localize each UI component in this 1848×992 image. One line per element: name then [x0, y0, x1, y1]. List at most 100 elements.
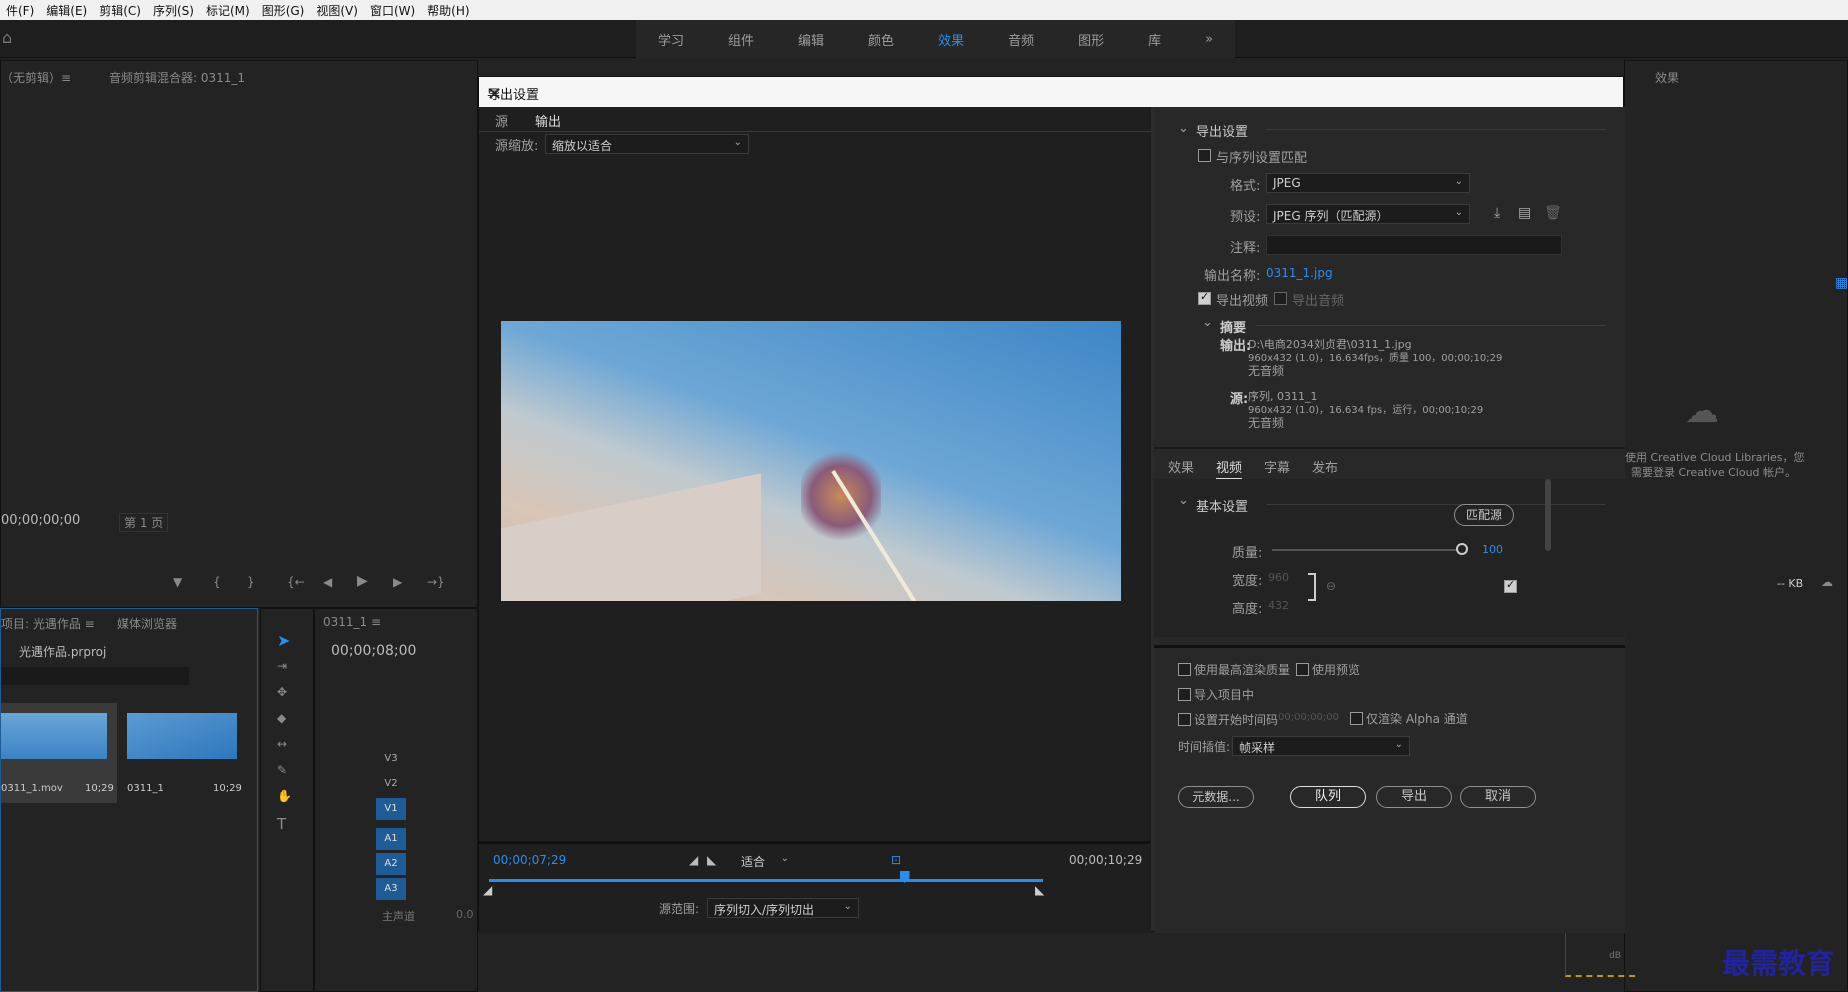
track-a1[interactable]: A1: [316, 828, 476, 852]
out-point-handle-icon[interactable]: ◣: [1035, 883, 1044, 897]
fit-dropdown[interactable]: 适合 ⌄: [735, 851, 795, 871]
output-name-link[interactable]: 0311_1.jpg: [1266, 266, 1333, 280]
ripple-edit-icon[interactable]: ✥: [277, 685, 287, 699]
match-sequence-checkbox[interactable]: [1198, 149, 1211, 162]
menu-sequence[interactable]: 序列(S): [147, 2, 200, 19]
export-video-checkbox[interactable]: [1198, 290, 1211, 305]
save-preset-icon[interactable]: ⤓: [1494, 205, 1500, 221]
chevron-down-icon[interactable]: ⌄: [1178, 493, 1189, 508]
menu-window[interactable]: 窗口(W): [364, 2, 421, 19]
menu-file[interactable]: 件(F): [0, 2, 40, 19]
quality-slider-thumb[interactable]: [1456, 543, 1468, 555]
menu-view[interactable]: 视图(V): [310, 2, 364, 19]
tab-publish[interactable]: 发布: [1312, 457, 1338, 476]
trash-icon[interactable]: 🗑: [1544, 205, 1562, 221]
razor-icon[interactable]: ◆: [277, 711, 286, 725]
home-icon[interactable]: ⌂: [2, 28, 12, 47]
mark-out-icon[interactable]: }: [247, 575, 255, 589]
link-icon[interactable]: ⊖: [1326, 579, 1336, 593]
menu-graphics[interactable]: 图形(G): [256, 2, 311, 19]
set-out-point-icon[interactable]: ◣: [707, 853, 716, 867]
match-width-height-checkbox[interactable]: [1504, 578, 1517, 593]
step-forward-icon[interactable]: ▶: [393, 575, 402, 589]
chevron-down-icon[interactable]: ⌄: [1178, 121, 1189, 136]
time-interpolation-dropdown[interactable]: 帧采样 ⌄: [1232, 736, 1410, 756]
export-button[interactable]: 导出: [1376, 786, 1452, 808]
workspace-learn[interactable]: 学习: [636, 30, 706, 49]
metadata-button[interactable]: 元数据...: [1178, 786, 1254, 808]
track-select-icon[interactable]: ⇥: [277, 659, 287, 673]
close-icon[interactable]: ✕: [487, 84, 1613, 105]
hand-icon[interactable]: ✋: [277, 789, 292, 803]
tab-video[interactable]: 视频: [1216, 457, 1243, 480]
mark-in-icon[interactable]: {: [213, 575, 221, 589]
aspect-correction-icon[interactable]: ⊡: [891, 853, 901, 867]
step-back-icon[interactable]: ◀: [323, 575, 332, 589]
effects-tab[interactable]: 效果: [1655, 69, 1679, 86]
timeline-scrub-bar[interactable]: [489, 879, 1043, 882]
comment-input[interactable]: [1266, 235, 1562, 255]
media-browser-tab[interactable]: 媒体浏览器: [117, 615, 177, 632]
quality-slider-track[interactable]: [1272, 549, 1462, 551]
workspace-graphics[interactable]: 图形: [1056, 30, 1126, 49]
selection-tool-icon[interactable]: ➤: [277, 631, 290, 650]
track-v2[interactable]: V2: [316, 773, 476, 797]
menu-edit[interactable]: 编辑(E): [40, 2, 93, 19]
cancel-button[interactable]: 取消: [1460, 786, 1536, 808]
workspace-audio[interactable]: 音频: [986, 30, 1056, 49]
tab-output[interactable]: 输出: [535, 111, 562, 132]
project-search-input[interactable]: [1, 667, 189, 685]
set-start-timecode-checkbox[interactable]: [1178, 713, 1191, 726]
project-tab[interactable]: 项目: 光遇作品 ≡: [1, 615, 95, 632]
source-scale-dropdown[interactable]: 缩放以适合 ⌄: [545, 134, 749, 154]
track-v3[interactable]: V3: [316, 748, 476, 772]
mixer-tab[interactable]: 音频剪辑混合器: 0311_1: [109, 69, 245, 86]
settings-scrollbar[interactable]: [1545, 479, 1551, 551]
sequence-timecode[interactable]: 00;00;08;00: [331, 643, 416, 659]
max-render-quality-checkbox[interactable]: [1178, 663, 1191, 676]
slip-icon[interactable]: ↔: [277, 737, 287, 751]
go-in-icon[interactable]: {←: [287, 575, 305, 589]
workspace-assembly[interactable]: 组件: [706, 30, 776, 49]
more-workspaces-icon[interactable]: »: [1183, 32, 1235, 47]
chevron-down-icon[interactable]: ⌄: [1202, 315, 1213, 330]
grid-view-icon[interactable]: ▦: [1835, 275, 1848, 291]
queue-button[interactable]: 队列: [1290, 786, 1366, 808]
track-a2[interactable]: A2: [316, 853, 476, 877]
workspace-color[interactable]: 颜色: [846, 30, 916, 49]
width-value[interactable]: 960: [1268, 571, 1289, 584]
tab-captions[interactable]: 字幕: [1264, 457, 1290, 476]
use-previews-checkbox[interactable]: [1296, 663, 1309, 676]
tab-source[interactable]: 源: [495, 111, 508, 130]
go-out-icon[interactable]: →}: [427, 575, 445, 589]
sequence-tab[interactable]: 0311_1 ≡: [323, 615, 381, 629]
workspace-libraries[interactable]: 库: [1126, 30, 1183, 49]
format-dropdown[interactable]: JPEG ⌄: [1266, 173, 1470, 193]
tab-effects[interactable]: 效果: [1168, 457, 1194, 476]
import-into-project-checkbox[interactable]: [1178, 688, 1191, 701]
height-value[interactable]: 432: [1268, 599, 1289, 612]
set-in-point-icon[interactable]: ◢: [689, 853, 698, 867]
menu-clip[interactable]: 剪辑(C): [93, 2, 147, 19]
track-v1[interactable]: V1: [316, 798, 476, 822]
quality-value[interactable]: 100: [1482, 543, 1503, 556]
type-tool-icon[interactable]: T: [277, 815, 286, 833]
clip-thumb-selected[interactable]: 0311_1.mov 10;29: [1, 703, 117, 803]
track-master[interactable]: 主声道 0.0: [316, 904, 476, 928]
workspace-effects[interactable]: 效果: [916, 30, 986, 49]
import-preset-icon[interactable]: ▤: [1518, 205, 1531, 221]
render-alpha-only-checkbox[interactable]: [1350, 712, 1363, 725]
preset-dropdown[interactable]: JPEG 序列（匹配源） ⌄: [1266, 204, 1470, 224]
match-source-button[interactable]: 匹配源: [1454, 504, 1514, 526]
play-icon[interactable]: ▶: [357, 573, 368, 589]
menu-help[interactable]: 帮助(H): [421, 2, 475, 19]
source-range-dropdown[interactable]: 序列切入/序列切出 ⌄: [707, 898, 859, 918]
menu-marker[interactable]: 标记(M): [200, 2, 256, 19]
current-timecode[interactable]: 00;00;07;29: [493, 853, 566, 867]
page-select[interactable]: 第 1 页: [119, 513, 169, 532]
clip-thumb[interactable]: 0311_1 10;29: [127, 703, 243, 803]
in-point-handle-icon[interactable]: ◢: [483, 883, 492, 897]
source-tab[interactable]: （无剪辑）≡: [1, 69, 71, 86]
export-audio-checkbox[interactable]: [1274, 292, 1287, 305]
workspace-editing[interactable]: 编辑: [776, 30, 846, 49]
